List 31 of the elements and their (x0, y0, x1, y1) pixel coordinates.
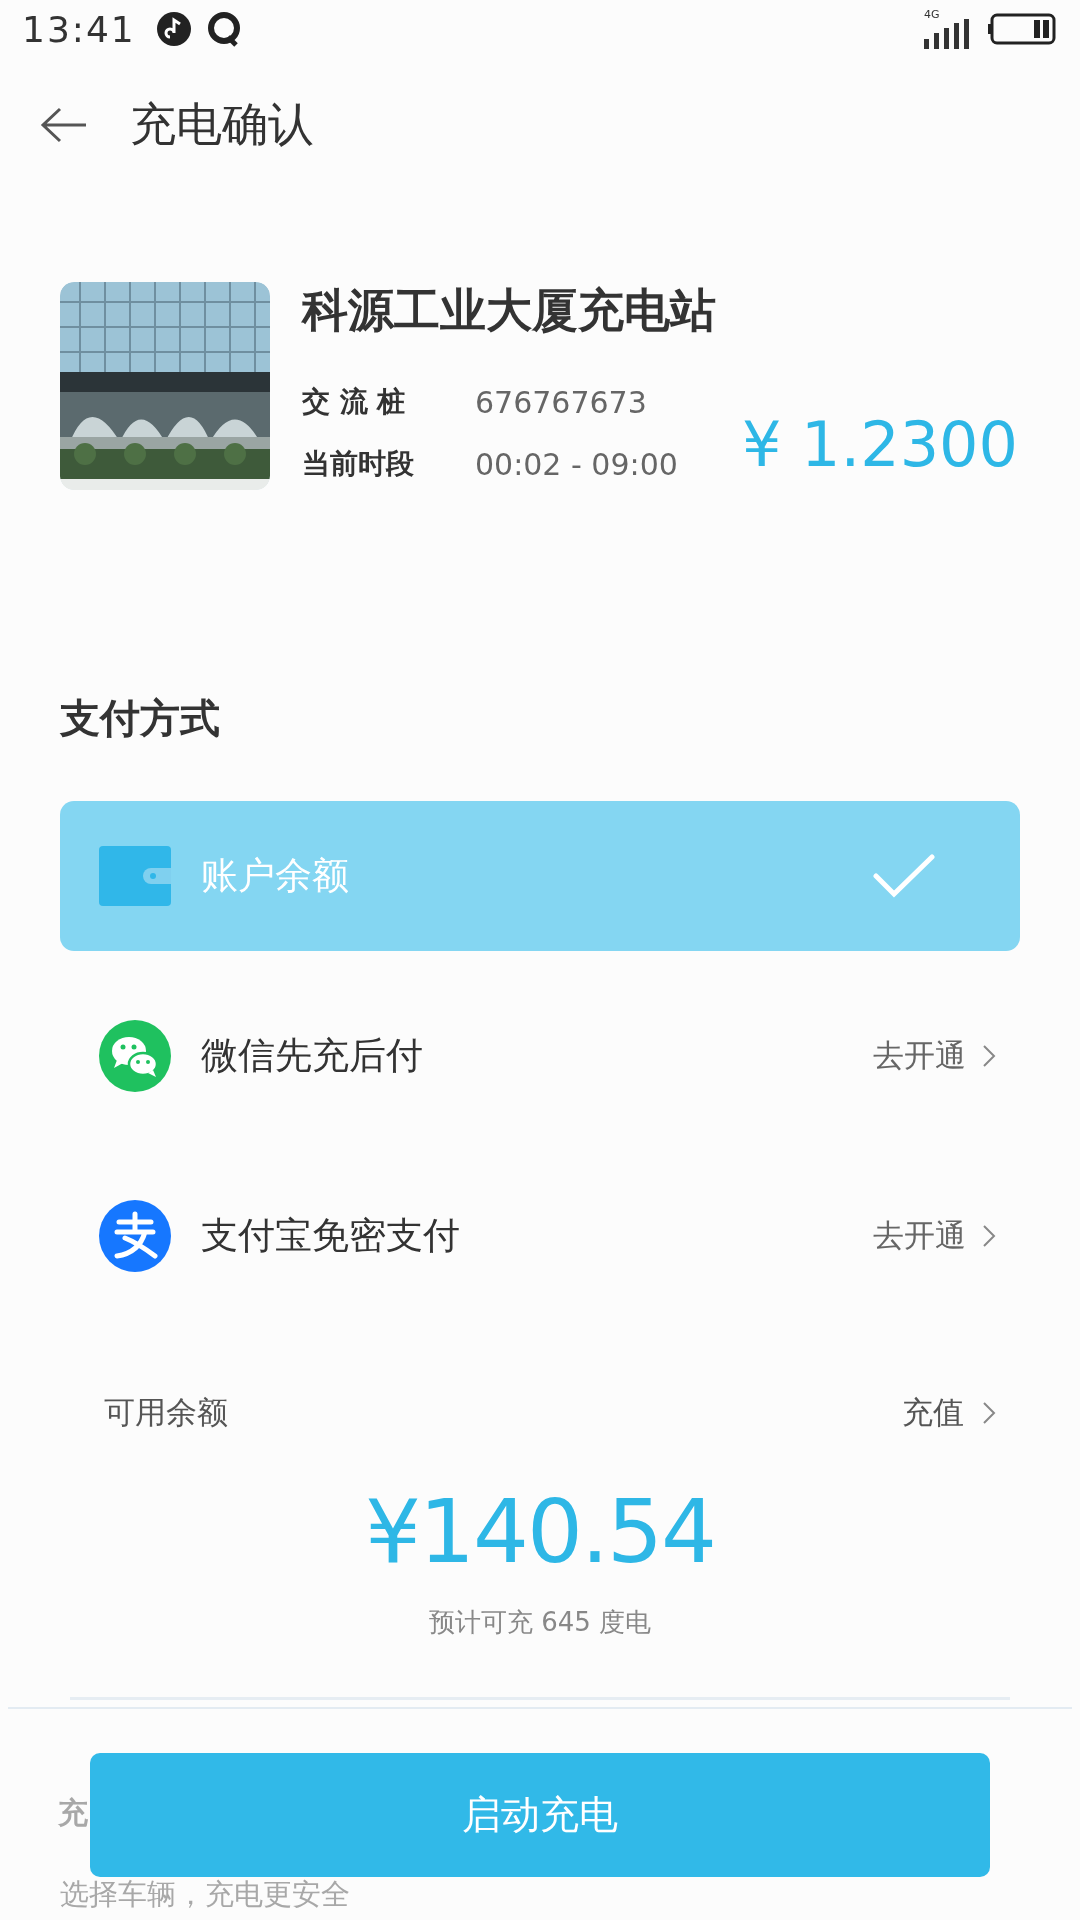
chat-bubbles-icon (99, 1020, 171, 1092)
back-button[interactable] (40, 107, 88, 143)
info-value: 676767673 (475, 384, 647, 420)
chevron-right-icon (982, 1044, 996, 1068)
section-subtitle: 选择车辆，充电更安全 (60, 1877, 350, 1911)
music-note-icon (155, 11, 192, 47)
chevron-right-icon (982, 1224, 996, 1248)
station-name: 科源工业大厦充电站 (302, 282, 717, 338)
activate-link[interactable]: 去开通 (873, 1035, 996, 1077)
section-title: 充 (58, 1794, 88, 1832)
clock-time: 13:41 (22, 8, 136, 50)
wallet-icon (99, 846, 171, 906)
back-arrow-icon (40, 107, 88, 143)
balance-label: 可用余额 (104, 1393, 228, 1432)
info-label: 交 流 桩 (302, 384, 407, 420)
info-value: 00:02 - 09:00 (475, 446, 678, 482)
top-up-link[interactable]: 充值 (902, 1392, 996, 1434)
charge-estimate: 预计可充 645 度电 (428, 1606, 652, 1639)
info-label: 当前时段 (302, 446, 415, 482)
section-title: 支付方式 (60, 694, 221, 743)
balance-amount: ¥140.54 (365, 1479, 715, 1585)
payment-option[interactable]: 支付宝免密支付 去开通 (60, 1161, 1020, 1311)
activate-link[interactable]: 去开通 (873, 1215, 996, 1257)
chevron-right-icon (982, 1401, 996, 1425)
battery-icon (988, 13, 1058, 45)
price-per-kwh: ¥ 1.2300 (741, 410, 1018, 480)
page-title: 充电确认 (130, 96, 314, 153)
payment-option[interactable]: 微信先充后付 去开通 (60, 981, 1020, 1131)
network-type: 4G (924, 9, 940, 21)
check-icon (873, 854, 935, 898)
payment-logo-icon (99, 1200, 171, 1272)
